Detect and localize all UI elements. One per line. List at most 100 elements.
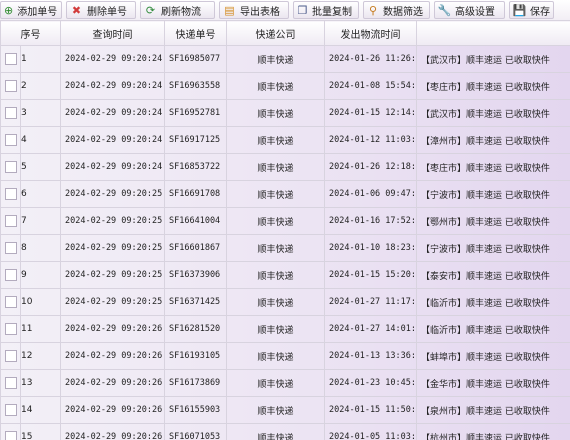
row-index: 5 <box>20 153 61 181</box>
col-header-query-time[interactable]: 查询时间 <box>60 20 165 46</box>
toolbar-button-label: 数据筛选 <box>383 6 423 18</box>
refresh-icon: ⟳ <box>145 3 156 17</box>
table-row[interactable]: 3 2024-02-29 09:20:24 SF16952781 顺丰快递 2024-0… <box>0 99 570 127</box>
row-index: 9 <box>20 261 61 289</box>
col-header-ship-time[interactable]: 发出物流时间 <box>324 20 417 46</box>
batch-copy-button[interactable]: ❐ 批量复制 <box>293 1 359 19</box>
tracking-number-cell: SF16193105 <box>164 342 227 370</box>
status-cell: 【武汉市】顺丰速运 已收取快件 <box>416 99 570 127</box>
query-time-cell: 2024-02-29 09:20:26 <box>60 396 165 424</box>
ship-time-cell: 2024-01-05 11:03:3 <box>324 423 417 440</box>
ship-time-cell: 2024-01-15 11:50:2 <box>324 396 417 424</box>
row-checkbox[interactable] <box>4 377 17 389</box>
add-icon: ⊕ <box>4 3 14 17</box>
toolbar-button-label: 删除单号 <box>87 6 127 18</box>
row-index: 1 <box>20 45 61 73</box>
table-row[interactable]: 11 2024-02-29 09:20:26 SF16281520 顺丰快递 2024-… <box>0 315 570 343</box>
query-time-cell: 2024-02-29 09:20:26 <box>60 315 165 343</box>
row-index: 14 <box>20 396 61 424</box>
table-row[interactable]: 13 2024-02-29 09:20:26 SF16173869 顺丰快递 2024-… <box>0 369 570 397</box>
checkbox-cell <box>0 342 21 370</box>
toolbar-button-label: 保存 <box>530 6 550 18</box>
row-checkbox[interactable] <box>4 269 17 281</box>
ship-time-cell: 2024-01-13 13:36:1 <box>324 342 417 370</box>
table-row[interactable]: 1 2024-02-29 09:20:24 SF16985077 顺丰快递 2024-0… <box>0 45 570 73</box>
row-checkbox[interactable] <box>4 161 17 173</box>
table-row[interactable]: 9 2024-02-29 09:20:25 SF16373906 顺丰快递 2024-0… <box>0 261 570 289</box>
toolbar: ⊕ 添加单号 ✖ 删除单号 ⟳ 刷新物流 ▤ 导出表格 ❐ 批量复制 ⚲ 数据筛选 🔧 高级设置 💾 保存 <box>0 0 570 21</box>
query-time-cell: 2024-02-29 09:20:25 <box>60 207 165 235</box>
table-row[interactable]: 7 2024-02-29 09:20:25 SF16641004 顺丰快递 2024-0… <box>0 207 570 235</box>
table-row[interactable]: 5 2024-02-29 09:20:24 SF16853722 顺丰快递 2024-0… <box>0 153 570 181</box>
row-checkbox[interactable] <box>4 188 17 200</box>
advanced-settings-button[interactable]: 🔧 高级设置 <box>434 1 505 19</box>
courier-cell: 顺丰快递 <box>226 288 325 316</box>
table-row[interactable]: 8 2024-02-29 09:20:25 SF16601867 顺丰快递 2024-0… <box>0 234 570 262</box>
data-filter-button[interactable]: ⚲ 数据筛选 <box>363 1 430 19</box>
status-cell: 【泉州市】顺丰速运 已收取快件 <box>416 396 570 424</box>
courier-cell: 顺丰快递 <box>226 72 325 100</box>
table-row[interactable]: 4 2024-02-29 09:20:24 SF16917125 顺丰快递 2024-0… <box>0 126 570 154</box>
col-header-courier[interactable]: 快递公司 <box>226 20 325 46</box>
add-tracking-button[interactable]: ⊕ 添加单号 <box>0 1 62 19</box>
col-header-status[interactable] <box>416 20 570 46</box>
query-time-cell: 2024-02-29 09:20:26 <box>60 342 165 370</box>
row-checkbox[interactable] <box>4 350 17 362</box>
ship-time-cell: 2024-01-06 09:47:4 <box>324 180 417 208</box>
col-header-index[interactable]: 序号 <box>0 20 61 46</box>
row-checkbox[interactable] <box>4 431 17 440</box>
tracking-number-cell: SF16641004 <box>164 207 227 235</box>
courier-cell: 顺丰快递 <box>226 180 325 208</box>
query-time-cell: 2024-02-29 09:20:24 <box>60 126 165 154</box>
checkbox-cell <box>0 234 21 262</box>
ship-time-cell: 2024-01-08 15:54:4 <box>324 72 417 100</box>
row-checkbox[interactable] <box>4 296 17 308</box>
refresh-logistics-button[interactable]: ⟳ 刷新物流 <box>140 1 215 19</box>
query-time-cell: 2024-02-29 09:20:24 <box>60 45 165 73</box>
tracking-number-cell: SF16853722 <box>164 153 227 181</box>
tracking-number-cell: SF16373906 <box>164 261 227 289</box>
row-index: 4 <box>20 126 61 154</box>
checkbox-cell <box>0 153 21 181</box>
table-row[interactable]: 12 2024-02-29 09:20:26 SF16193105 顺丰快递 2024-… <box>0 342 570 370</box>
courier-cell: 顺丰快递 <box>226 45 325 73</box>
export-table-button[interactable]: ▤ 导出表格 <box>219 1 289 19</box>
checkbox-cell <box>0 423 21 440</box>
row-checkbox[interactable] <box>4 404 17 416</box>
copy-icon: ❐ <box>297 3 308 17</box>
export-icon: ▤ <box>224 3 235 17</box>
courier-cell: 顺丰快递 <box>226 342 325 370</box>
row-checkbox[interactable] <box>4 107 17 119</box>
row-checkbox[interactable] <box>4 134 17 146</box>
checkbox-cell <box>0 315 21 343</box>
table-row[interactable]: 2 2024-02-29 09:20:24 SF16963558 顺丰快递 2024-0… <box>0 72 570 100</box>
row-index: 3 <box>20 99 61 127</box>
ship-time-cell: 2024-01-26 12:18:0 <box>324 153 417 181</box>
table-row[interactable]: 15 2024-02-29 09:20:26 SF16071053 顺丰快递 2024-… <box>0 423 570 440</box>
ship-time-cell: 2024-01-10 18:23:4 <box>324 234 417 262</box>
row-checkbox[interactable] <box>4 80 17 92</box>
tracking-number-cell: SF16601867 <box>164 234 227 262</box>
filter-icon: ⚲ <box>368 3 378 17</box>
ship-time-cell: 2024-01-16 17:52:4 <box>324 207 417 235</box>
save-button[interactable]: 💾 保存 <box>509 1 554 19</box>
courier-cell: 顺丰快递 <box>226 153 325 181</box>
row-checkbox[interactable] <box>4 53 17 65</box>
row-checkbox[interactable] <box>4 215 17 227</box>
checkbox-cell <box>0 288 21 316</box>
row-checkbox[interactable] <box>4 323 17 335</box>
tracking-number-cell: SF16917125 <box>164 126 227 154</box>
table-row[interactable]: 14 2024-02-29 09:20:26 SF16155903 顺丰快递 2024-… <box>0 396 570 424</box>
delete-tracking-button[interactable]: ✖ 删除单号 <box>66 1 136 19</box>
toolbar-button-label: 批量复制 <box>312 6 352 18</box>
checkbox-cell <box>0 72 21 100</box>
status-cell: 【临沂市】顺丰速运 已收取快件 <box>416 315 570 343</box>
table-row[interactable]: 6 2024-02-29 09:20:25 SF16691708 顺丰快递 2024-0… <box>0 180 570 208</box>
tracking-number-cell: SF16963558 <box>164 72 227 100</box>
row-checkbox[interactable] <box>4 242 17 254</box>
courier-cell: 顺丰快递 <box>226 396 325 424</box>
col-header-tracking-number[interactable]: 快递单号 <box>164 20 227 46</box>
table-row[interactable]: 10 2024-02-29 09:20:25 SF16371425 顺丰快递 2024-… <box>0 288 570 316</box>
query-time-cell: 2024-02-29 09:20:25 <box>60 180 165 208</box>
row-index: 12 <box>20 342 61 370</box>
